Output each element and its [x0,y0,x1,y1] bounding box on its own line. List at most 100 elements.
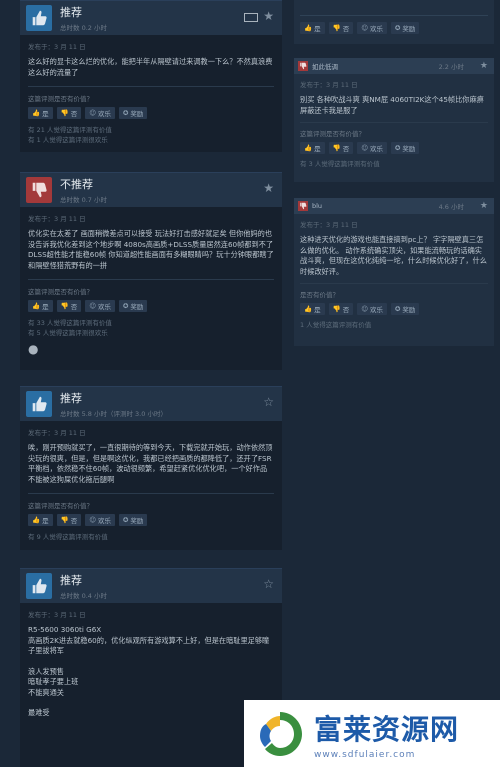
side-review-card: 如此低调 2.2 小时 ★ 发布于：3 月 11 日 别买 各种吹战斗爽 爽NM… [294,58,494,182]
review-line: 最难受 [28,708,50,717]
funny-count: 有 5 人觉得这篇评测很欢乐 [28,329,108,337]
vote-no-button[interactable]: 👎 否 [56,514,82,526]
thumbs-down-icon: 👎 [332,24,341,32]
review-hours: 总时数 0.7 小时 [60,196,107,204]
star-icon[interactable]: ☆ [263,395,274,409]
thumbs-down-icon: 👎 [60,516,69,524]
review-text: 别买 各种吹战斗爽 爽NM屁 4060TI2K这个45帧比你麻痹屏蔽还卡我是服了 [300,95,484,115]
vote-funny-button[interactable]: ☺ 欢乐 [85,514,115,526]
star-icon[interactable]: ★ [263,9,274,23]
thumbs-down-icon: 👎 [332,305,341,313]
helpful-count: 1 人觉得这篇评测有价值 [300,321,372,329]
reviewer-name[interactable]: 如此低调 [312,61,338,71]
vote-funny-button[interactable]: ☺ 欢乐 [85,300,115,312]
award-button[interactable]: ✪ 奖励 [118,300,148,312]
review-hours: 2.2 小时 [438,63,464,71]
review-line: 暗耻孝子要上班 [28,677,79,686]
review-line: R5-5600 3060ti G6X [28,625,102,634]
watermark-url: www.sdfulaier.com [314,749,416,760]
side-review-card: blu 4.6 小时 ★ 发布于：3 月 11 日 这种进天优化的游戏也能直接搞… [294,198,494,346]
vote-no-button[interactable]: 👎 否 [56,300,82,312]
review-header: 不推荐 总时数 0.7 小时 ★ [20,173,282,207]
award-button[interactable]: ✪ 奖励 [390,22,420,34]
review-hours: 4.6 小时 [438,203,464,211]
review-line-blank [28,698,274,708]
vote-yes-button[interactable]: 👍 是 [300,22,325,34]
vote-funny-button[interactable]: ☺ 欢乐 [357,303,387,315]
award-icon: ✪ [394,144,401,152]
vote-no-button[interactable]: 👎 否 [56,107,82,119]
reviewer-name[interactable]: blu [312,202,322,210]
posted-date: 发布于：3 月 11 日 [28,215,86,223]
helpful-question: 这篇评测是否有价值？ [300,130,365,138]
vote-yes-button[interactable]: 👍 是 [28,300,53,312]
thumbs-down-icon [26,177,52,203]
review-text: 这么好的显卡这么烂的优化，能把半年从隔壁请过来调教一下么？不然真浪费这么好的流量… [28,57,273,77]
divider [28,86,274,87]
vote-yes-button[interactable]: 👍 是 [28,107,53,119]
award-button[interactable]: ✪ 奖励 [390,142,420,154]
divider [28,279,274,280]
thumbs-down-icon: 👎 [60,302,69,310]
review-hours: 总时数 0.4 小时 [60,592,107,600]
helpful-question: 这篇评测是否有价值？ [28,502,93,510]
vote-funny-button[interactable]: ☺ 欢乐 [85,107,115,119]
posted-date: 发布于：3 月 11 日 [300,221,358,229]
award-icon: ✪ [122,516,129,524]
smile-icon: ☺ [89,109,96,117]
review-card: 推荐 总时数 0.4 小时 ☆ 发布于：3 月 11 日 R5-5600 306… [20,568,282,767]
vote-funny-button[interactable]: ☺ 欢乐 [357,142,387,154]
side-review-header: 如此低调 2.2 小时 ★ [294,58,494,74]
helpful-question: 这篇评测是否有价值？ [28,288,93,296]
vote-no-button[interactable]: 👎 否 [328,142,354,154]
review-line: 高画质2K进去就稳60的，优化纵观所有游戏算不上好，但是在暗耻里足够瞳子里拔将军 [28,635,270,656]
vote-yes-button[interactable]: 👍 是 [300,142,325,154]
thumbs-up-icon: 👍 [304,144,313,152]
review-card: 推荐 总时数 0.2 小时 ★ 发布于：3 月 11 日 这么好的显卡这么烂的优… [20,0,282,152]
thumbs-down-icon: 👎 [60,109,69,117]
award-button[interactable]: ✪ 奖励 [118,107,148,119]
vote-funny-button[interactable]: ☺ 欢乐 [357,22,387,34]
site-logo-icon [252,706,308,762]
review-title: 推荐 [60,574,82,587]
helpful-question: 是否有价值？ [300,291,339,299]
watermark-title: 富莱资源网 [314,712,460,746]
review-text: 这种进天优化的游戏也能直接搞到pc上？ 字字隔壁真三怎么做的优化。 动作系统确实… [300,235,487,276]
star-icon[interactable]: ★ [263,181,274,195]
star-icon[interactable]: ★ [480,201,488,211]
award-button[interactable]: ✪ 奖励 [390,303,420,315]
thumbs-up-icon: 👍 [32,302,41,310]
smile-icon: ☺ [361,144,368,152]
helpful-count: 有 3 人觉得这篇评测有价值 [300,160,380,168]
review-header: 推荐 总时数 0.4 小时 ☆ [20,569,282,603]
thumbs-down-icon [298,201,308,211]
review-header: 推荐 总时数 0.2 小时 ★ [20,1,282,35]
funny-count: 有 1 人觉得这篇评测很欢乐 [28,136,108,144]
thumbs-up-icon: 👍 [304,305,313,313]
star-icon[interactable]: ☆ [263,577,274,591]
thumbs-down-icon [298,61,308,71]
vote-no-button[interactable]: 👎 否 [328,303,354,315]
divider [28,493,274,494]
review-card: 推荐 总时数 5.8 小时（评测时 3.0 小时） ☆ 发布于：3 月 11 日… [20,386,282,550]
thumbs-up-icon: 👍 [32,516,41,524]
smile-icon: ☺ [361,305,368,313]
review-line: 不能爽通关 [28,687,64,697]
vote-no-button[interactable]: 👎 否 [328,22,354,34]
posted-date: 发布于：3 月 11 日 [28,43,86,51]
thumbs-down-icon: 👎 [332,144,341,152]
badge-icon [244,13,258,22]
side-ask-line [300,6,488,16]
divider [300,122,488,123]
posted-date: 发布于：3 月 11 日 [28,429,86,437]
vote-yes-button[interactable]: 👍 是 [28,514,53,526]
review-text: 优化实在太差了 画面稍微差点可以接受 玩法好打击感好就足矣 但你他妈的也没告诉我… [28,229,274,270]
review-hours: 总时数 5.8 小时（评测时 3.0 小时） [60,410,167,418]
review-title: 推荐 [60,392,82,405]
award-icon: ✪ [394,305,401,313]
helpful-question: 这篇评测是否有价值？ [28,95,93,103]
thumbs-up-icon: 👍 [304,24,313,32]
award-button[interactable]: ✪ 奖励 [118,514,148,526]
star-icon[interactable]: ★ [480,61,488,71]
vote-yes-button[interactable]: 👍 是 [300,303,325,315]
